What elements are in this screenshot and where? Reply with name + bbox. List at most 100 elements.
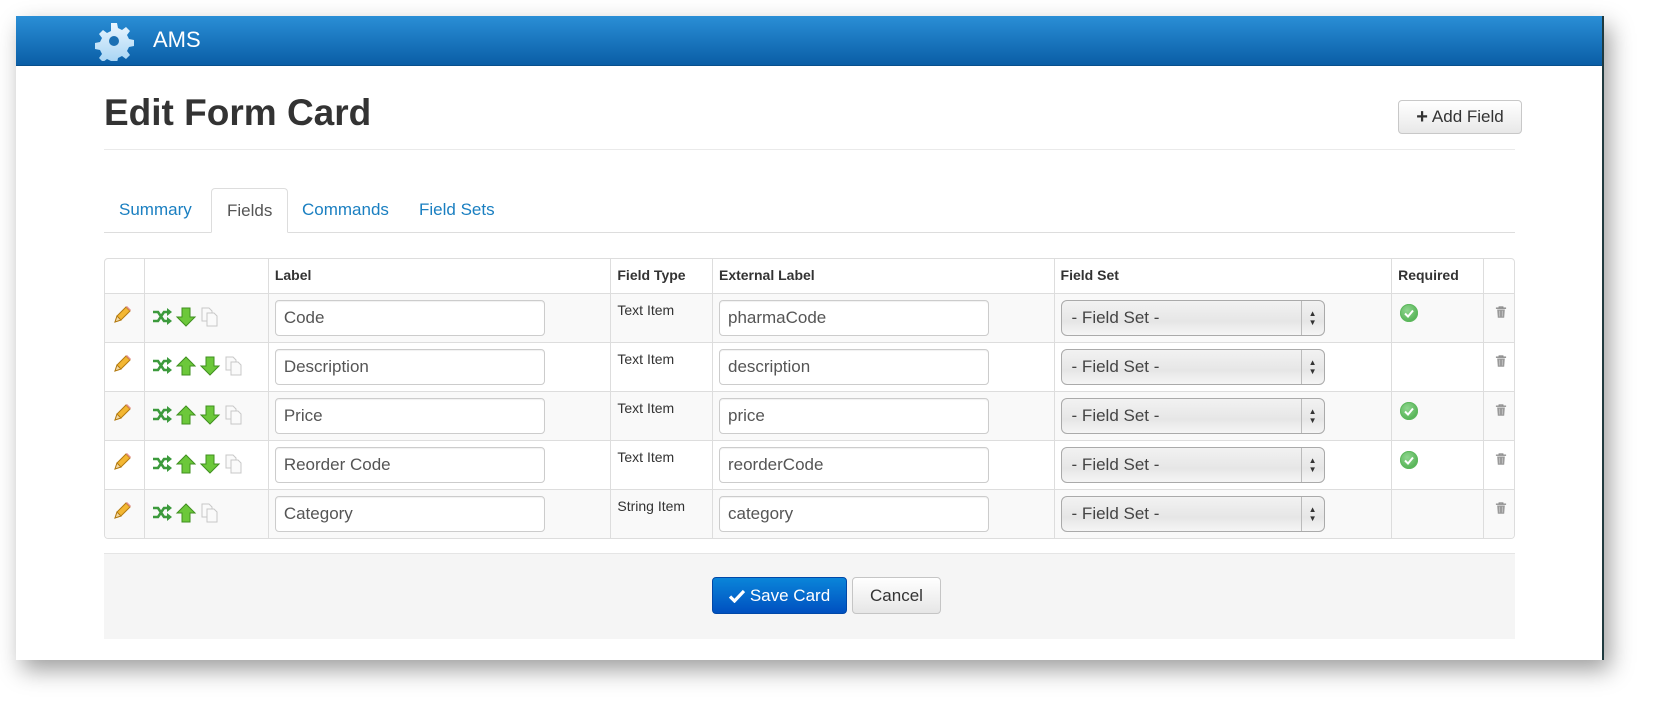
pencil-icon[interactable] (111, 402, 133, 424)
table-row: Text Item - Field Set - ▲▼ (105, 440, 1514, 489)
tab-commands[interactable]: Commands (287, 188, 404, 232)
required-check-icon (1400, 451, 1419, 469)
field-type: Text Item (617, 449, 675, 465)
external-label-cell (711, 391, 1054, 440)
pencil-icon[interactable] (111, 451, 133, 473)
trash-icon[interactable] (1494, 402, 1508, 418)
form-actions: Save Card Cancel (104, 553, 1515, 639)
external-label-cell (711, 489, 1054, 538)
arrow-up-icon[interactable] (175, 453, 197, 475)
check-icon (728, 589, 745, 603)
table-row: Text Item - Field Set - ▲▼ (105, 293, 1514, 342)
pencil-icon[interactable] (111, 353, 133, 375)
shuffle-icon[interactable] (151, 453, 173, 475)
actions-cell (143, 391, 268, 440)
field-set-cell: - Field Set - ▲ ▼ (1053, 440, 1392, 489)
delete-cell (1482, 440, 1514, 489)
edit-cell (105, 342, 144, 391)
arrow-down-icon[interactable] (175, 306, 197, 328)
header-label: Label (267, 259, 611, 293)
field-type-cell: Text Item (610, 440, 712, 489)
required-check-icon (1400, 402, 1419, 420)
header-edit (105, 259, 144, 293)
required-cell (1391, 293, 1483, 342)
external-label-input[interactable] (718, 447, 989, 483)
delete-cell (1482, 489, 1514, 538)
header-external-label: External Label (711, 259, 1054, 293)
field-set-select[interactable]: - Field Set - ▲ ▼ (1060, 349, 1325, 385)
actions-cell (143, 440, 268, 489)
copy-icon[interactable] (223, 404, 245, 426)
external-label-input[interactable] (718, 300, 989, 336)
shuffle-icon[interactable] (151, 502, 173, 524)
copy-icon[interactable] (199, 306, 221, 328)
external-label-input[interactable] (718, 349, 989, 385)
actions-cell (143, 293, 268, 342)
arrow-up-icon[interactable] (175, 502, 197, 524)
add-field-button[interactable]: + Add Field (1398, 100, 1522, 134)
required-check-icon (1400, 304, 1419, 322)
save-card-button[interactable]: Save Card (712, 577, 847, 614)
actions-cell (143, 342, 268, 391)
copy-icon[interactable] (223, 355, 245, 377)
external-label-input[interactable] (718, 496, 989, 532)
tab-summary[interactable]: Summary (104, 188, 207, 232)
shuffle-icon[interactable] (151, 355, 173, 377)
fields-table: Label Field Type External Label Field Se… (104, 258, 1515, 539)
arrow-up-icon[interactable] (175, 404, 197, 426)
cancel-button[interactable]: Cancel (852, 577, 941, 614)
plus-icon: + (1416, 106, 1428, 128)
shuffle-icon[interactable] (151, 404, 173, 426)
edit-cell (105, 391, 144, 440)
field-set-value: - Field Set - (1071, 308, 1160, 327)
table-row: Text Item - Field Set - ▲▼ (105, 391, 1514, 440)
field-set-cell: - Field Set - ▲ ▼ (1053, 391, 1392, 440)
select-arrows-icon: ▲ ▼ (1300, 497, 1324, 531)
delete-cell (1482, 391, 1514, 440)
field-type-cell: Text Item (610, 293, 712, 342)
external-label-cell (711, 342, 1054, 391)
tab-field-sets[interactable]: Field Sets (404, 188, 510, 232)
field-type: Text Item (617, 400, 675, 416)
trash-icon[interactable] (1494, 500, 1508, 516)
copy-icon[interactable] (199, 502, 221, 524)
label-cell (267, 391, 611, 440)
label-input[interactable] (274, 300, 545, 336)
field-set-select[interactable]: - Field Set - ▲ ▼ (1060, 447, 1325, 483)
arrow-up-icon[interactable] (175, 355, 197, 377)
field-set-value: - Field Set - (1071, 406, 1160, 425)
arrow-down-icon[interactable] (199, 404, 221, 426)
delete-cell (1482, 342, 1514, 391)
copy-icon[interactable] (223, 453, 245, 475)
field-set-select[interactable]: - Field Set - ▲ ▼ (1060, 300, 1325, 336)
table-header-row: Label Field Type External Label Field Se… (105, 259, 1514, 293)
trash-icon[interactable] (1494, 304, 1508, 320)
edit-cell (105, 440, 144, 489)
arrow-down-icon[interactable] (199, 355, 221, 377)
pencil-icon[interactable] (111, 500, 133, 522)
label-cell (267, 440, 611, 489)
field-set-select[interactable]: - Field Set - ▲ ▼ (1060, 496, 1325, 532)
label-input[interactable] (274, 496, 545, 532)
tab-fields[interactable]: Fields (211, 188, 289, 233)
required-cell (1391, 391, 1483, 440)
shuffle-icon[interactable] (151, 306, 173, 328)
label-input[interactable] (274, 398, 545, 434)
edit-cell (105, 293, 144, 342)
pencil-icon[interactable] (111, 304, 133, 326)
arrow-down-icon[interactable] (199, 453, 221, 475)
label-cell (267, 489, 611, 538)
select-arrows-icon: ▲ ▼ (1300, 301, 1324, 335)
label-input[interactable] (274, 349, 545, 385)
select-arrows-icon: ▲ ▼ (1300, 399, 1324, 433)
field-set-select[interactable]: - Field Set - ▲ ▼ (1060, 398, 1325, 434)
label-input[interactable] (274, 447, 545, 483)
trash-icon[interactable] (1494, 353, 1508, 369)
brand-name[interactable]: AMS (153, 27, 201, 53)
field-set-value: - Field Set - (1071, 504, 1160, 523)
external-label-input[interactable] (718, 398, 989, 434)
required-cell (1391, 342, 1483, 391)
field-set-cell: - Field Set - ▲ ▼ (1053, 342, 1392, 391)
trash-icon[interactable] (1494, 451, 1508, 467)
field-set-cell: - Field Set - ▲ ▼ (1053, 293, 1392, 342)
